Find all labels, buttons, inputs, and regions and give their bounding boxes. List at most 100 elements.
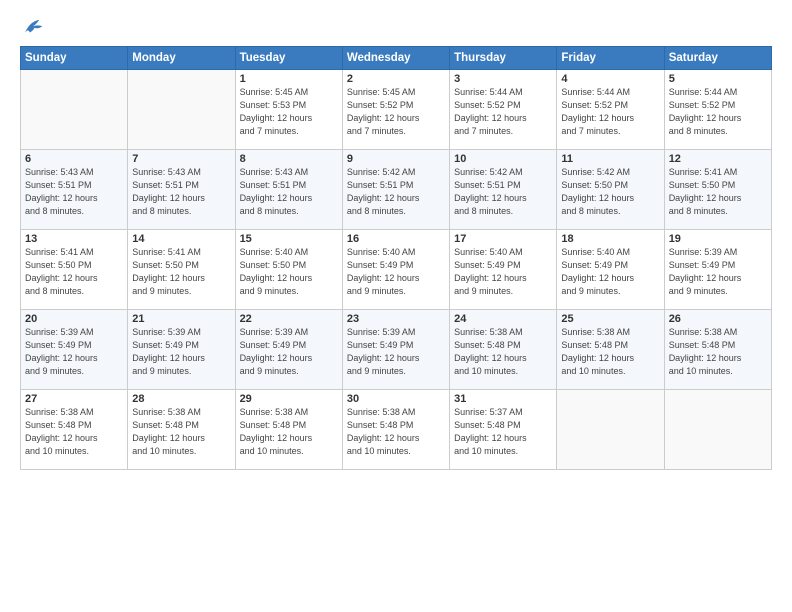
weekday-header-tuesday: Tuesday	[235, 47, 342, 70]
day-info: Sunrise: 5:45 AMSunset: 5:52 PMDaylight:…	[347, 86, 445, 138]
weekday-header-row: SundayMondayTuesdayWednesdayThursdayFrid…	[21, 47, 772, 70]
weekday-header-saturday: Saturday	[664, 47, 771, 70]
calendar-cell: 23Sunrise: 5:39 AMSunset: 5:49 PMDayligh…	[342, 310, 449, 390]
day-number: 8	[240, 153, 338, 165]
day-number: 6	[25, 153, 123, 165]
calendar-cell: 24Sunrise: 5:38 AMSunset: 5:48 PMDayligh…	[450, 310, 557, 390]
day-info: Sunrise: 5:44 AMSunset: 5:52 PMDaylight:…	[561, 86, 659, 138]
day-info: Sunrise: 5:42 AMSunset: 5:51 PMDaylight:…	[454, 166, 552, 218]
calendar-cell: 9Sunrise: 5:42 AMSunset: 5:51 PMDaylight…	[342, 150, 449, 230]
calendar-cell: 2Sunrise: 5:45 AMSunset: 5:52 PMDaylight…	[342, 70, 449, 150]
day-number: 10	[454, 153, 552, 165]
day-number: 3	[454, 73, 552, 85]
weekday-header-wednesday: Wednesday	[342, 47, 449, 70]
day-info: Sunrise: 5:38 AMSunset: 5:48 PMDaylight:…	[25, 406, 123, 458]
day-info: Sunrise: 5:39 AMSunset: 5:49 PMDaylight:…	[669, 246, 767, 298]
day-info: Sunrise: 5:38 AMSunset: 5:48 PMDaylight:…	[240, 406, 338, 458]
day-info: Sunrise: 5:41 AMSunset: 5:50 PMDaylight:…	[25, 246, 123, 298]
calendar-cell: 3Sunrise: 5:44 AMSunset: 5:52 PMDaylight…	[450, 70, 557, 150]
calendar-cell: 22Sunrise: 5:39 AMSunset: 5:49 PMDayligh…	[235, 310, 342, 390]
week-row-3: 13Sunrise: 5:41 AMSunset: 5:50 PMDayligh…	[21, 230, 772, 310]
calendar-cell: 15Sunrise: 5:40 AMSunset: 5:50 PMDayligh…	[235, 230, 342, 310]
calendar: SundayMondayTuesdayWednesdayThursdayFrid…	[20, 46, 772, 470]
day-number: 5	[669, 73, 767, 85]
calendar-cell: 27Sunrise: 5:38 AMSunset: 5:48 PMDayligh…	[21, 390, 128, 470]
weekday-header-thursday: Thursday	[450, 47, 557, 70]
calendar-cell: 12Sunrise: 5:41 AMSunset: 5:50 PMDayligh…	[664, 150, 771, 230]
day-info: Sunrise: 5:38 AMSunset: 5:48 PMDaylight:…	[347, 406, 445, 458]
day-info: Sunrise: 5:42 AMSunset: 5:50 PMDaylight:…	[561, 166, 659, 218]
day-info: Sunrise: 5:40 AMSunset: 5:49 PMDaylight:…	[454, 246, 552, 298]
calendar-cell: 29Sunrise: 5:38 AMSunset: 5:48 PMDayligh…	[235, 390, 342, 470]
calendar-cell: 21Sunrise: 5:39 AMSunset: 5:49 PMDayligh…	[128, 310, 235, 390]
logo-bird-icon	[22, 18, 44, 36]
weekday-header-monday: Monday	[128, 47, 235, 70]
calendar-cell: 30Sunrise: 5:38 AMSunset: 5:48 PMDayligh…	[342, 390, 449, 470]
day-info: Sunrise: 5:39 AMSunset: 5:49 PMDaylight:…	[347, 326, 445, 378]
day-info: Sunrise: 5:43 AMSunset: 5:51 PMDaylight:…	[25, 166, 123, 218]
day-number: 20	[25, 313, 123, 325]
day-info: Sunrise: 5:41 AMSunset: 5:50 PMDaylight:…	[132, 246, 230, 298]
calendar-cell: 1Sunrise: 5:45 AMSunset: 5:53 PMDaylight…	[235, 70, 342, 150]
calendar-cell: 13Sunrise: 5:41 AMSunset: 5:50 PMDayligh…	[21, 230, 128, 310]
calendar-cell: 28Sunrise: 5:38 AMSunset: 5:48 PMDayligh…	[128, 390, 235, 470]
calendar-cell: 7Sunrise: 5:43 AMSunset: 5:51 PMDaylight…	[128, 150, 235, 230]
header	[20, 18, 772, 36]
day-number: 15	[240, 233, 338, 245]
calendar-cell: 19Sunrise: 5:39 AMSunset: 5:49 PMDayligh…	[664, 230, 771, 310]
day-info: Sunrise: 5:39 AMSunset: 5:49 PMDaylight:…	[132, 326, 230, 378]
day-info: Sunrise: 5:38 AMSunset: 5:48 PMDaylight:…	[454, 326, 552, 378]
calendar-cell	[557, 390, 664, 470]
day-number: 11	[561, 153, 659, 165]
day-number: 13	[25, 233, 123, 245]
day-info: Sunrise: 5:43 AMSunset: 5:51 PMDaylight:…	[240, 166, 338, 218]
day-number: 21	[132, 313, 230, 325]
day-number: 12	[669, 153, 767, 165]
day-number: 26	[669, 313, 767, 325]
day-info: Sunrise: 5:45 AMSunset: 5:53 PMDaylight:…	[240, 86, 338, 138]
day-number: 9	[347, 153, 445, 165]
day-info: Sunrise: 5:39 AMSunset: 5:49 PMDaylight:…	[25, 326, 123, 378]
calendar-cell: 14Sunrise: 5:41 AMSunset: 5:50 PMDayligh…	[128, 230, 235, 310]
day-info: Sunrise: 5:40 AMSunset: 5:49 PMDaylight:…	[347, 246, 445, 298]
calendar-cell: 20Sunrise: 5:39 AMSunset: 5:49 PMDayligh…	[21, 310, 128, 390]
day-info: Sunrise: 5:44 AMSunset: 5:52 PMDaylight:…	[669, 86, 767, 138]
day-info: Sunrise: 5:40 AMSunset: 5:49 PMDaylight:…	[561, 246, 659, 298]
day-info: Sunrise: 5:43 AMSunset: 5:51 PMDaylight:…	[132, 166, 230, 218]
day-number: 30	[347, 393, 445, 405]
weekday-header-friday: Friday	[557, 47, 664, 70]
day-number: 16	[347, 233, 445, 245]
week-row-5: 27Sunrise: 5:38 AMSunset: 5:48 PMDayligh…	[21, 390, 772, 470]
calendar-cell: 10Sunrise: 5:42 AMSunset: 5:51 PMDayligh…	[450, 150, 557, 230]
week-row-4: 20Sunrise: 5:39 AMSunset: 5:49 PMDayligh…	[21, 310, 772, 390]
day-info: Sunrise: 5:38 AMSunset: 5:48 PMDaylight:…	[132, 406, 230, 458]
day-number: 28	[132, 393, 230, 405]
day-number: 27	[25, 393, 123, 405]
calendar-cell	[21, 70, 128, 150]
day-info: Sunrise: 5:38 AMSunset: 5:48 PMDaylight:…	[669, 326, 767, 378]
calendar-cell: 4Sunrise: 5:44 AMSunset: 5:52 PMDaylight…	[557, 70, 664, 150]
day-number: 2	[347, 73, 445, 85]
day-number: 7	[132, 153, 230, 165]
calendar-cell: 8Sunrise: 5:43 AMSunset: 5:51 PMDaylight…	[235, 150, 342, 230]
calendar-cell: 16Sunrise: 5:40 AMSunset: 5:49 PMDayligh…	[342, 230, 449, 310]
logo	[20, 18, 44, 36]
week-row-2: 6Sunrise: 5:43 AMSunset: 5:51 PMDaylight…	[21, 150, 772, 230]
day-number: 19	[669, 233, 767, 245]
day-info: Sunrise: 5:38 AMSunset: 5:48 PMDaylight:…	[561, 326, 659, 378]
calendar-cell: 5Sunrise: 5:44 AMSunset: 5:52 PMDaylight…	[664, 70, 771, 150]
calendar-cell: 6Sunrise: 5:43 AMSunset: 5:51 PMDaylight…	[21, 150, 128, 230]
day-number: 4	[561, 73, 659, 85]
week-row-1: 1Sunrise: 5:45 AMSunset: 5:53 PMDaylight…	[21, 70, 772, 150]
calendar-cell: 11Sunrise: 5:42 AMSunset: 5:50 PMDayligh…	[557, 150, 664, 230]
day-number: 1	[240, 73, 338, 85]
day-info: Sunrise: 5:41 AMSunset: 5:50 PMDaylight:…	[669, 166, 767, 218]
day-number: 23	[347, 313, 445, 325]
day-number: 31	[454, 393, 552, 405]
day-info: Sunrise: 5:40 AMSunset: 5:50 PMDaylight:…	[240, 246, 338, 298]
calendar-cell: 31Sunrise: 5:37 AMSunset: 5:48 PMDayligh…	[450, 390, 557, 470]
day-info: Sunrise: 5:44 AMSunset: 5:52 PMDaylight:…	[454, 86, 552, 138]
calendar-cell	[664, 390, 771, 470]
day-info: Sunrise: 5:37 AMSunset: 5:48 PMDaylight:…	[454, 406, 552, 458]
day-number: 22	[240, 313, 338, 325]
